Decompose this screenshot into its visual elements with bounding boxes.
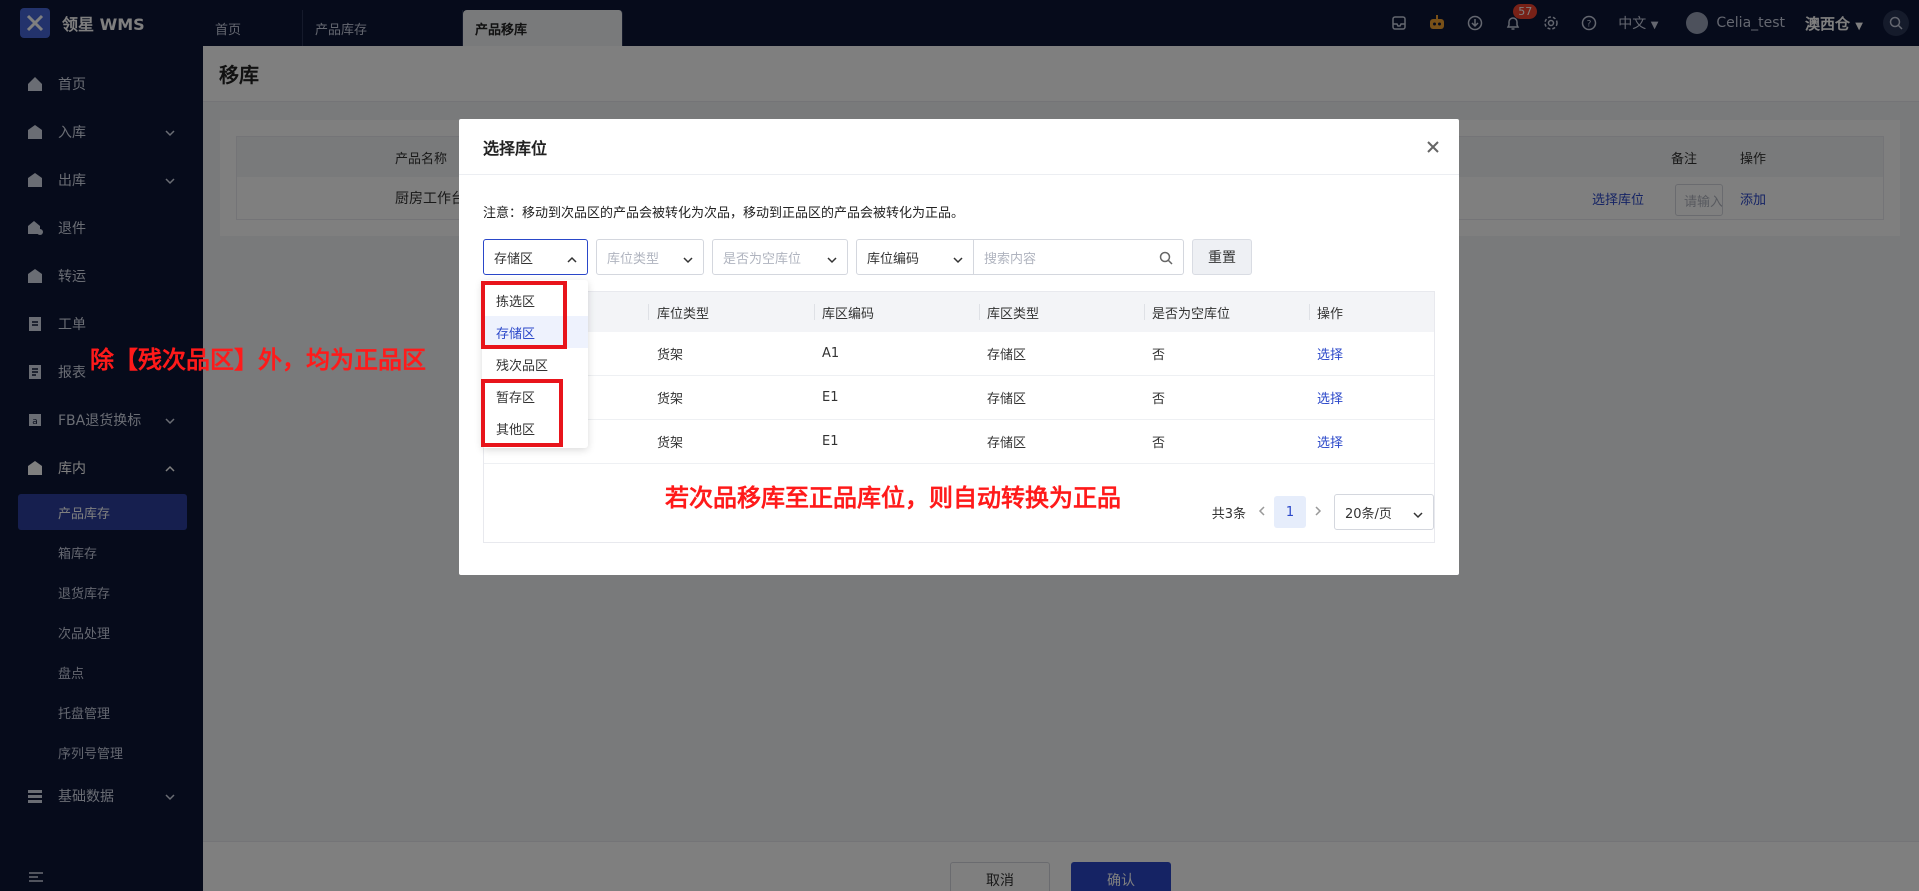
close-icon <box>1427 141 1439 153</box>
zone-code-cell: E1 <box>822 434 839 449</box>
is-empty-cell: 否 <box>1152 436 1166 451</box>
search-field-select[interactable]: 库位编码 <box>856 239 974 275</box>
location-type-cell: 货架 <box>657 392 684 407</box>
chevron-down-icon <box>953 253 963 268</box>
col-action: 操作 <box>1317 306 1344 322</box>
col-is-empty: 是否为空库位 <box>1152 306 1231 322</box>
modal-notice: 注意：移动到次品区的产品会被转化为次品，移动到正品区的产品会被转化为正品。 <box>483 206 965 221</box>
location-type-placeholder: 库位类型 <box>607 251 660 267</box>
annotation-center-note: 若次品移库至正品库位，则自动转换为正品 <box>665 484 1121 512</box>
is-empty-cell: 否 <box>1152 348 1166 363</box>
select-link[interactable]: 选择 <box>1317 344 1343 363</box>
col-zone-type: 库区类型 <box>987 306 1040 322</box>
chevron-left-icon[interactable] <box>1258 505 1266 520</box>
annotation-box-bottom <box>481 379 563 447</box>
table-header: 库位类型 库区编码 库区类型 是否为空库位 操作 <box>484 292 1434 332</box>
empty-location-select[interactable]: 是否为空库位 <box>712 239 848 275</box>
chevron-down-icon <box>827 253 837 268</box>
search-field-value: 库位编码 <box>867 251 920 267</box>
location-type-cell: 货架 <box>657 348 684 363</box>
col-zone-code: 库区编码 <box>822 306 875 322</box>
close-button[interactable] <box>1423 137 1443 157</box>
annotation-box-top <box>481 281 567 349</box>
dropdown-option-defective[interactable]: 残次品区 <box>482 348 588 380</box>
is-empty-cell: 否 <box>1152 392 1166 407</box>
zone-code-cell: A1 <box>822 346 840 361</box>
location-type-select[interactable]: 库位类型 <box>596 239 704 275</box>
zone-type-select[interactable]: 存储区 <box>483 239 588 275</box>
modal-header: 选择库位 <box>459 119 1459 175</box>
search-combo: 库位编码 搜索内容 <box>856 239 1184 275</box>
reset-button[interactable]: 重置 <box>1192 239 1252 275</box>
zone-type-cell: 存储区 <box>987 348 1027 363</box>
table-row: 货架 E1 存储区 否 选择 <box>484 420 1434 464</box>
pagination: 共3条 1 20条/页 <box>1212 494 1434 530</box>
chevron-down-icon <box>1413 508 1423 523</box>
annotation-left-note: 除【残次品区】外，均为正品区 <box>90 346 426 374</box>
table-row: 货架 E1 存储区 否 选择 <box>484 376 1434 420</box>
search-placeholder: 搜索内容 <box>984 251 1037 267</box>
page-size-value: 20条/页 <box>1345 506 1392 522</box>
chevron-up-icon <box>567 253 577 268</box>
search-input[interactable]: 搜索内容 <box>974 239 1184 275</box>
select-link[interactable]: 选择 <box>1317 432 1343 451</box>
chevron-right-icon[interactable] <box>1314 505 1322 520</box>
location-type-cell: 货架 <box>657 436 684 451</box>
pagination-total: 共3条 <box>1211 506 1246 522</box>
empty-location-placeholder: 是否为空库位 <box>723 251 802 267</box>
zone-code-cell: E1 <box>822 390 839 405</box>
zone-type-cell: 存储区 <box>987 392 1027 407</box>
page-number-current[interactable]: 1 <box>1274 496 1306 528</box>
page-size-select[interactable]: 20条/页 <box>1334 494 1434 530</box>
search-icon[interactable] <box>1159 251 1173 269</box>
select-link[interactable]: 选择 <box>1317 388 1343 407</box>
col-location-type: 库位类型 <box>657 306 710 322</box>
modal-title: 选择库位 <box>483 138 548 158</box>
table-row: 货架 A1 存储区 否 选择 <box>484 332 1434 376</box>
chevron-down-icon <box>683 253 693 268</box>
zone-type-cell: 存储区 <box>987 436 1027 451</box>
zone-type-value: 存储区 <box>494 251 534 267</box>
filter-bar: 存储区 库位类型 是否为空库位 库位编码 搜索内容 重置 <box>483 239 1252 275</box>
